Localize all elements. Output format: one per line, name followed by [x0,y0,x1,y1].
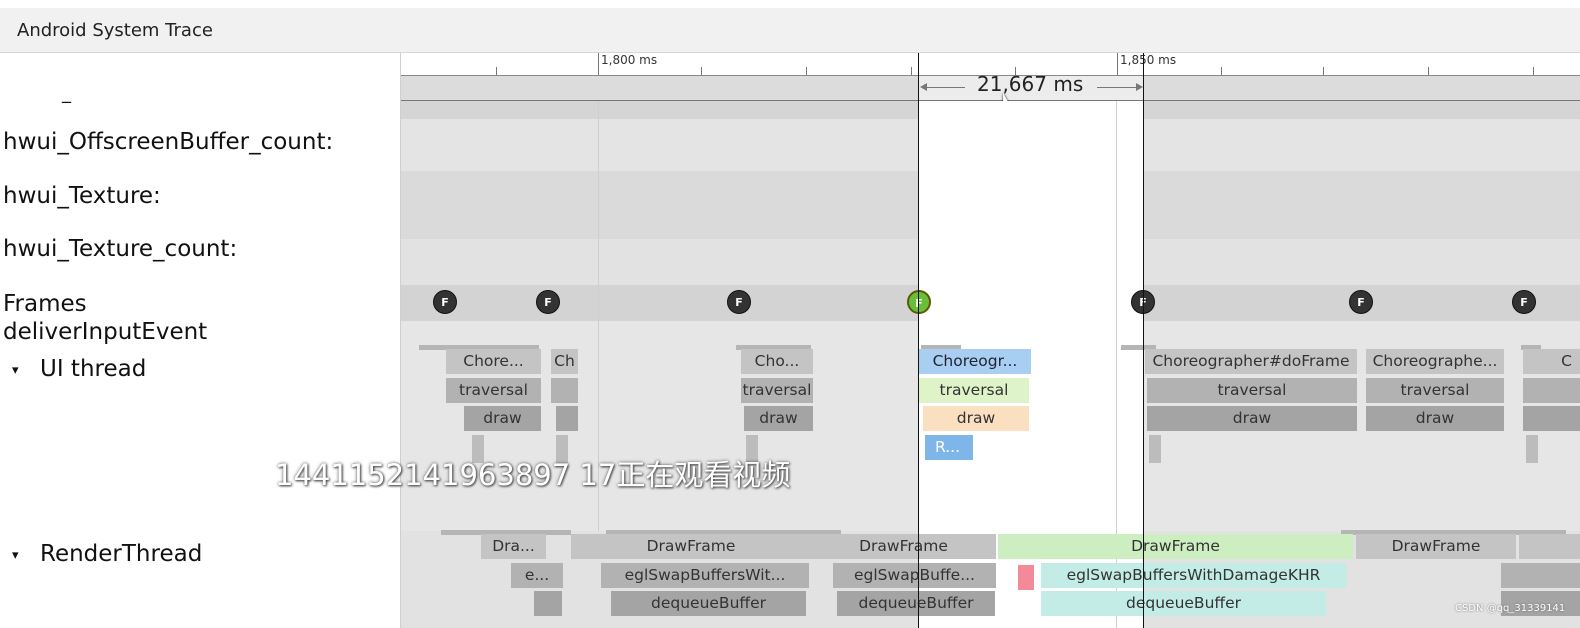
ui-slice-choreographer[interactable]: Choreographe... [1366,349,1504,374]
ui-slice-draw[interactable]: draw [1366,406,1504,431]
ui-slice-draw-selected[interactable]: draw [923,406,1029,431]
measure-arrowhead-right-icon [1136,83,1143,91]
csdn-watermark: CSDN @qq_31339141 [1455,603,1566,614]
ui-slice-draw-small[interactable] [556,406,578,431]
render-slice-dequeue-small[interactable] [534,591,562,616]
measure-arrow-right [1097,87,1137,88]
ruler-tick-major [1117,53,1118,75]
frame-marker[interactable]: F [536,290,560,314]
render-slice-marker-pink[interactable] [1018,565,1034,590]
track-label-deliver-input-event[interactable]: deliverInputEvent [3,319,207,345]
ui-slice-choreographer[interactable]: C [1523,349,1580,374]
frame-marker[interactable]: F [433,290,457,314]
render-slice-egl-edge[interactable] [1501,563,1580,588]
ui-slice-traversal[interactable]: traversal [741,378,813,403]
render-slice-drawframe[interactable]: DrawFrame [571,534,811,559]
ui-slice-draw[interactable]: draw [744,406,813,431]
ui-slice-choreographer[interactable]: Chore... [446,349,541,374]
ruler-tick [496,67,497,75]
ui-slice-draw[interactable]: draw [1147,406,1357,431]
ui-slice-choreographer[interactable]: Cho... [741,349,813,374]
track-label-texture[interactable]: hwui_Texture: [3,183,161,209]
selection-duration-label: 21,667 ms [977,72,1084,96]
measure-arrow-left [925,87,965,88]
ui-slice-traversal[interactable]: traversal [1366,378,1504,403]
ruler-tick [1533,67,1534,75]
render-slice-egl[interactable]: e... [511,563,563,588]
frame-marker[interactable]: F [1512,290,1536,314]
expand-ui-thread-icon[interactable]: ▾ [12,363,19,378]
ui-slice-choreographer[interactable]: Choreographer#doFrame [1145,349,1357,374]
render-slice-dequeue[interactable]: dequeueBuffer [611,591,806,616]
selection-start-line[interactable] [918,53,919,628]
collapsed-track-label: _ [62,83,71,104]
trace-timeline[interactable]: 1,800 ms 1,850 ms 21,667 ms F F F F F F … [401,53,1580,628]
ruler-tick-major [598,53,599,75]
render-slice-drawframe[interactable]: DrawFrame [1356,534,1516,559]
render-slice-dequeue[interactable]: dequeueBuffer [837,591,995,616]
ruler-tick [1221,67,1222,75]
ui-slice-traversal[interactable]: traversal [446,378,541,403]
render-slice-drawframe[interactable]: Dra... [481,534,546,559]
render-slice-egl[interactable]: eglSwapBuffersWit... [601,563,809,588]
ruler-tick [701,67,702,75]
ui-slice-traversal-edge[interactable] [1523,378,1580,403]
ui-slice-record-selected[interactable]: R... [925,435,973,460]
frame-marker[interactable]: F [1349,290,1373,314]
measure-arrowhead-left-icon [920,83,927,91]
title-bar [0,8,1580,53]
ui-slice-traversal-small[interactable] [551,378,578,403]
render-slice-drawframe[interactable]: DrawFrame [811,534,996,559]
ui-slice-draw-edge[interactable] [1523,406,1580,431]
ruler-tick [911,67,912,75]
ui-slice-stub [1526,435,1538,463]
ui-slice-choreographer-selected[interactable]: Choreogr... [919,349,1031,374]
ruler-tick [1323,67,1324,75]
track-label-ui-thread[interactable]: UI thread [40,356,146,382]
track-label-offscreen-buffer-count[interactable]: hwui_OffscreenBuffer_count: [3,129,333,155]
ui-slice-draw[interactable]: draw [464,406,541,431]
frame-marker[interactable]: F [727,290,751,314]
expand-render-thread-icon[interactable]: ▾ [12,548,19,563]
render-slice-drawframe-selected[interactable]: DrawFrame [998,534,1353,559]
track-label-frames[interactable]: Frames [3,291,87,317]
selection-end-line[interactable] [1143,53,1144,628]
ruler-label-1800: 1,800 ms [601,53,658,67]
ui-slice-traversal-selected[interactable]: traversal [919,378,1029,403]
frame-marker-selected[interactable]: F [907,290,931,314]
render-slice-egl-selected[interactable]: eglSwapBuffersWithDamageKHR [1041,563,1346,588]
render-slice-dequeue-selected[interactable]: dequeueBuffer [1041,591,1326,616]
video-watermark: 1441152141963897 17正在观看视频 [275,458,791,492]
render-slice-drawframe-edge[interactable] [1519,534,1580,559]
render-slice-egl[interactable]: eglSwapBuffe... [833,563,996,588]
ruler-label-1850: 1,850 ms [1120,53,1177,67]
ruler-tick [806,67,807,75]
ui-slice-choreographer[interactable]: Ch [551,349,578,374]
track-label-render-thread[interactable]: RenderThread [40,541,202,567]
track-label-panel: _ hwui_OffscreenBuffer_count: hwui_Textu… [0,53,401,628]
ui-slice-stub [1149,435,1161,463]
ui-slice-traversal[interactable]: traversal [1147,378,1357,403]
track-label-texture-count[interactable]: hwui_Texture_count: [3,236,237,262]
ruler-tick [1428,67,1429,75]
app-title: Android System Trace [17,20,213,41]
